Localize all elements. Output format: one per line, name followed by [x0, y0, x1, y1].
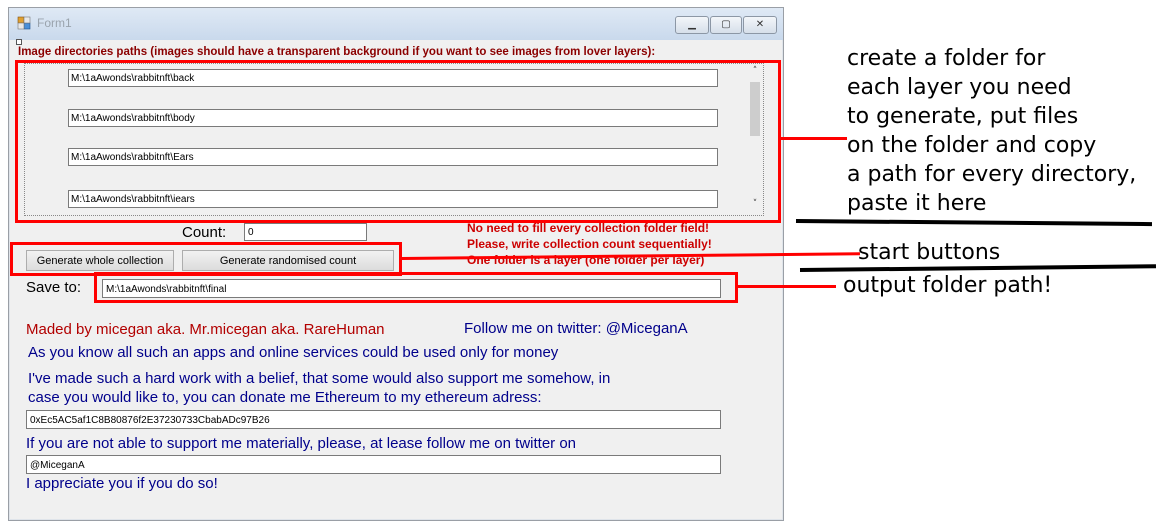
material-support-text: If you are not able to support me materi…: [26, 435, 577, 452]
maximize-button[interactable]: ▢: [710, 16, 742, 34]
group-label: Image directories paths (images should h…: [18, 46, 656, 58]
annotation-line: paste it here: [847, 191, 987, 216]
annotation-line-paths: [781, 137, 847, 140]
annotation-box-output: [94, 272, 738, 303]
maximize-icon: ▢: [721, 19, 731, 30]
divider-line-1: [795, 219, 1153, 227]
donation-line-1: I've made such a hard work with a belief…: [28, 370, 611, 387]
annotation-box-paths: [15, 60, 781, 223]
annotation-line: create a folder for: [847, 46, 1046, 71]
eth-address-field[interactable]: 0xEc5AC5af1C8B80876f2E37230733CbabADc97B…: [26, 410, 721, 429]
window-title: Form1: [37, 16, 72, 30]
annotation-line: on the folder and copy: [847, 133, 1097, 158]
annotation-output-folder: output folder path!: [843, 273, 1053, 298]
collection-note: No need to fill every collection folder …: [467, 220, 712, 268]
close-button[interactable]: ✕: [743, 16, 777, 34]
donation-line-2: case you would like to, you can donate m…: [28, 389, 542, 406]
app-icon: [17, 16, 31, 30]
divider-line-2: [799, 264, 1157, 272]
annotation-folder-note: create a folder for each layer you need …: [847, 44, 1136, 218]
money-text: As you know all such an apps and online …: [28, 344, 559, 361]
author-text: Maded by micegan aka. Mr.micegan aka. Ra…: [26, 321, 385, 338]
close-icon: ✕: [755, 19, 765, 30]
count-input[interactable]: 0: [244, 223, 367, 241]
appreciate-text: I appreciate you if you do so!: [26, 475, 218, 492]
twitter-handle-field[interactable]: @MiceganA: [26, 455, 721, 474]
minimize-button[interactable]: ▁: [675, 16, 709, 34]
annotation-line: each layer you need: [847, 75, 1072, 100]
annotation-line: a path for every directory,: [847, 162, 1137, 187]
annotation-line: to generate, put files: [847, 104, 1079, 129]
count-label: Count:: [182, 224, 227, 241]
resize-handle[interactable]: [16, 39, 22, 45]
annotation-box-buttons: [10, 242, 402, 276]
title-bar[interactable]: Form1 ▁ ▢ ✕: [9, 8, 783, 40]
follow-text: Follow me on twitter: @MiceganA: [464, 320, 688, 337]
minimize-icon: ▁: [688, 19, 696, 30]
save-to-label: Save to:: [26, 279, 82, 296]
note-line-2: Please, write collection count sequentia…: [467, 237, 712, 251]
annotation-line-output: [738, 285, 836, 288]
donation-text: I've made such a hard work with a belief…: [28, 369, 610, 407]
annotation-start-buttons: start buttons: [858, 240, 1001, 265]
